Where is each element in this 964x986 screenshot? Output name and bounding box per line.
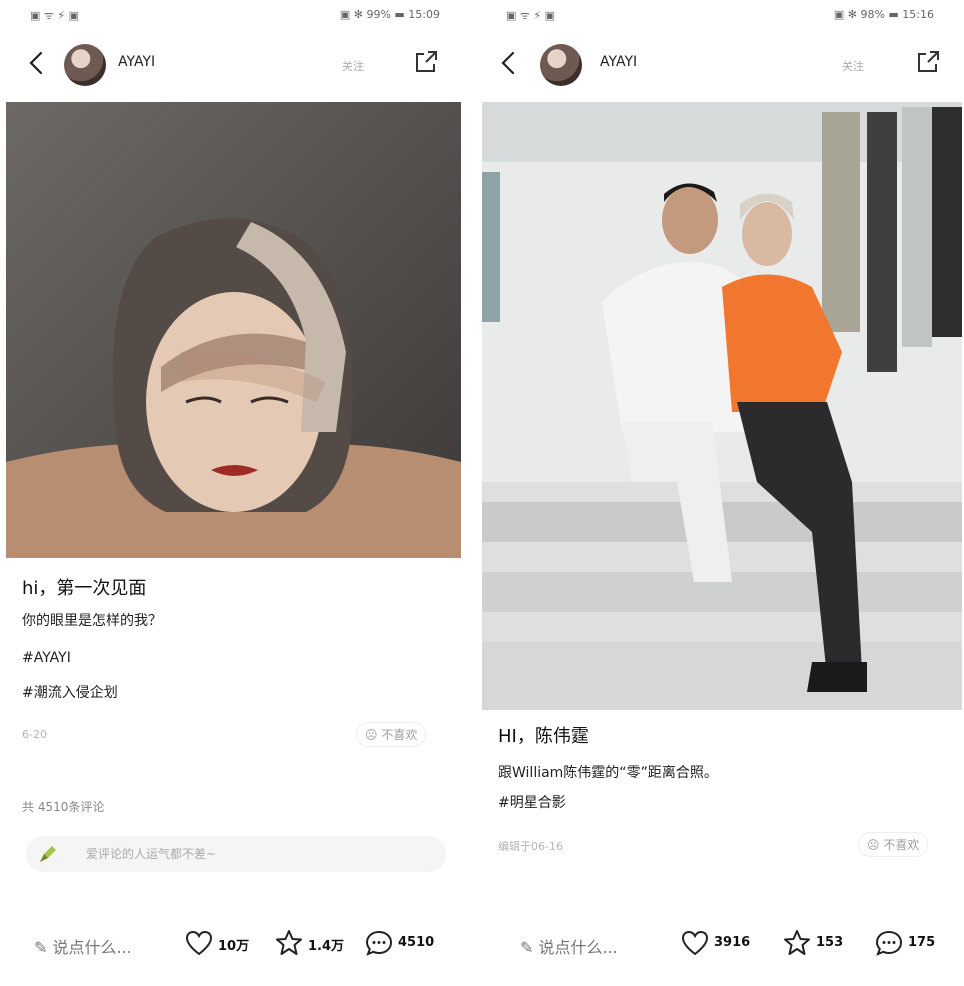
couple-photo-image (482, 102, 962, 710)
portrait-image (6, 102, 461, 558)
status-right: ▣ ✻ 98% ▬ 15:16 (833, 8, 934, 21)
left-post-screen: ▣ ᯤ ⚡ ▣ ▣ ✻ 99% ▬ 15:09 AYAYI 关注 hi，第一次见… (0, 0, 470, 986)
back-arrow-icon[interactable] (22, 48, 52, 78)
say-something-label: 说点什么... (52, 938, 132, 957)
post-title: hi，第一次见面 (22, 578, 147, 599)
dislike-label: 不喜欢 (883, 838, 920, 852)
status-right: ▣ ✻ 99% ▬ 15:09 (339, 8, 440, 21)
heart-icon (681, 930, 709, 956)
post-photo[interactable] (482, 102, 962, 710)
post-header: AYAYI 关注 (0, 36, 470, 96)
back-arrow-icon[interactable] (494, 48, 524, 78)
star-icon (784, 930, 810, 955)
say-something-label: 说点什么... (538, 938, 618, 957)
post-title: HI，陈伟霆 (498, 726, 589, 747)
favorite-count: 1.4万 (308, 939, 345, 954)
username[interactable]: AYAYI (118, 54, 155, 70)
dislike-button[interactable]: ☹ 不喜欢 (356, 722, 427, 747)
post-date: 编辑于06-16 (498, 840, 563, 853)
favorite-button[interactable]: 1.4万 (274, 928, 354, 960)
comment-count: 4510 (398, 935, 435, 950)
post-text-line-1: 跟William陈伟霆的“零”距离合照。 (498, 765, 718, 781)
share-icon[interactable] (412, 48, 440, 76)
comment-button[interactable]: 4510 (364, 928, 454, 960)
status-bar: ▣ ᯤ ⚡ ▣ ▣ ✻ 98% ▬ 15:16 (476, 0, 964, 30)
share-icon[interactable] (914, 48, 942, 76)
follow-button[interactable]: 关注 (842, 58, 864, 74)
comment-count: 175 (908, 935, 936, 950)
dislike-label: 不喜欢 (381, 728, 418, 742)
like-count: 10万 (218, 939, 250, 954)
hashtag-trend-plan[interactable]: #潮流入侵企划 (22, 682, 118, 702)
hashtag-ayayi[interactable]: #AYAYI (22, 650, 71, 666)
favorite-count: 153 (816, 935, 844, 950)
star-icon (276, 930, 302, 955)
username[interactable]: AYAYI (600, 54, 637, 70)
pen-icon (40, 846, 56, 862)
status-left: ▣ ᯤ ⚡ ▣ (30, 9, 80, 22)
comment-input[interactable]: 爱评论的人运气都不差~ (26, 836, 446, 872)
status-left: ▣ ᯤ ⚡ ▣ (506, 9, 556, 22)
comment-bubble-icon (875, 930, 903, 956)
dislike-icon: ☹ (365, 728, 382, 742)
follow-button[interactable]: 关注 (342, 58, 364, 74)
comment-button[interactable]: 175 (874, 928, 958, 960)
avatar[interactable] (64, 44, 106, 86)
post-date: 6-20 (22, 728, 47, 741)
post-photo[interactable] (6, 102, 461, 558)
post-text-line-1: 你的眼里是怎样的我？ (22, 613, 162, 629)
say-something-input[interactable]: ✎ 说点什么... (34, 934, 132, 958)
heart-icon (185, 930, 213, 956)
edit-icon: ✎ (520, 938, 539, 957)
like-button[interactable]: 10万 (184, 928, 264, 960)
favorite-button[interactable]: 153 (782, 928, 862, 960)
hashtag-celebrity-photo[interactable]: #明星合影 (498, 792, 566, 812)
avatar[interactable] (540, 44, 582, 86)
post-header: AYAYI 关注 (476, 36, 964, 96)
dislike-button[interactable]: ☹ 不喜欢 (858, 832, 929, 857)
comments-count: 共 4510条评论 (22, 800, 105, 814)
like-button[interactable]: 3916 (680, 928, 766, 960)
right-post-screen: ▣ ᯤ ⚡ ▣ ▣ ✻ 98% ▬ 15:16 AYAYI 关注 HI，陈伟霆 … (476, 0, 964, 986)
like-count: 3916 (714, 935, 751, 950)
dislike-icon: ☹ (867, 838, 884, 852)
status-bar: ▣ ᯤ ⚡ ▣ ▣ ✻ 99% ▬ 15:09 (0, 0, 470, 30)
comment-placeholder: 爱评论的人运气都不差~ (86, 847, 217, 861)
edit-icon: ✎ (34, 938, 53, 957)
bottom-action-bar: ✎ 说点什么... 3916 153 175 (476, 900, 964, 986)
say-something-input[interactable]: ✎ 说点什么... (520, 934, 618, 958)
bottom-action-bar: ✎ 说点什么... 10万 1.4万 4510 (0, 900, 470, 986)
comment-bubble-icon (365, 930, 393, 956)
